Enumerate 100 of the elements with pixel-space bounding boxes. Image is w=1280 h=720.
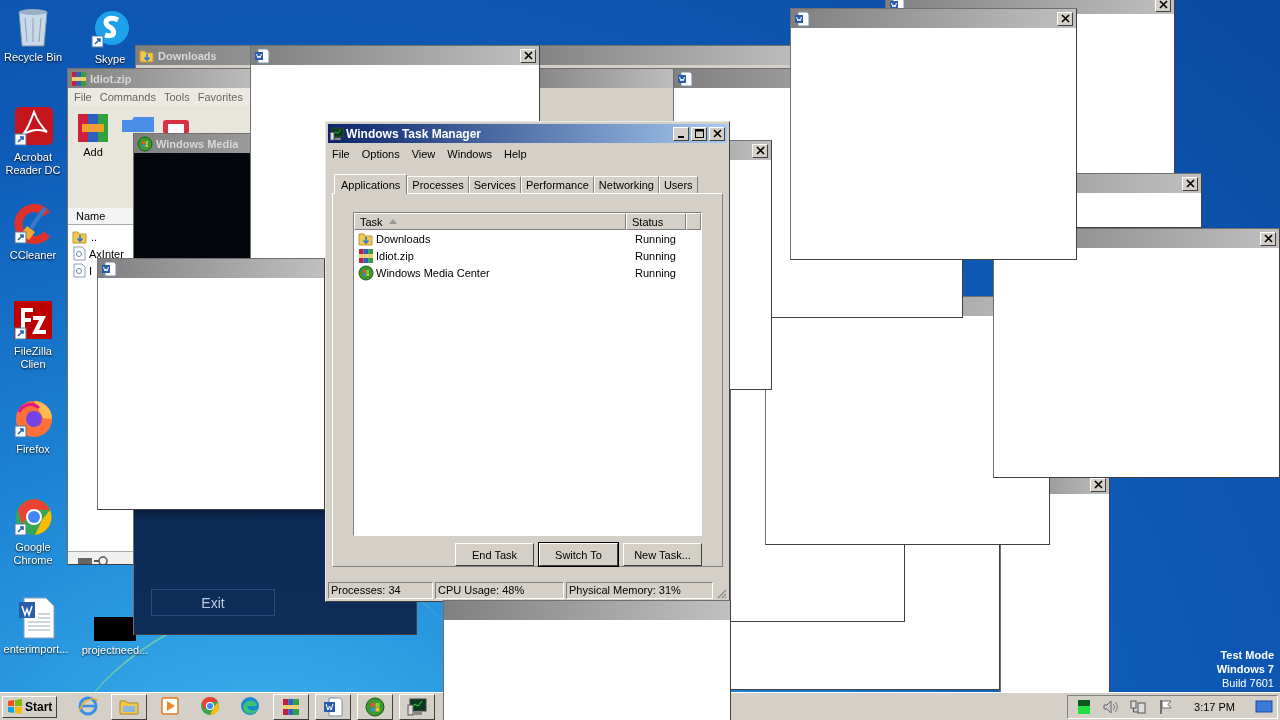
tab[interactable]: Users (658, 176, 698, 193)
desktop-icon-label[interactable]: Firefox (16, 443, 50, 456)
menu-item[interactable]: Windows (447, 148, 492, 162)
task-manager-icon[interactable] (328, 125, 346, 142)
close-button[interactable] (709, 126, 725, 141)
desktop-icon-label[interactable]: Skype (94, 53, 126, 66)
window-title: Windows Task Manager (346, 126, 482, 141)
desktop-icon-label[interactable]: CCleaner (9, 249, 57, 262)
system-notice-text: Build 7601 (1222, 676, 1274, 690)
minimize-icon (678, 135, 684, 138)
tab[interactable]: Networking (593, 176, 659, 193)
status-text: CPU Usage: 48% (435, 581, 564, 599)
close-button[interactable] (1155, 0, 1171, 12)
system-notice-text: Windows 7 (1216, 662, 1274, 676)
action-button[interactable]: Switch To (539, 543, 618, 566)
tab[interactable]: Processes (407, 176, 469, 193)
task-manager-icon[interactable] (406, 695, 429, 718)
column-header[interactable]: Task (354, 213, 626, 230)
close-icon (712, 129, 722, 138)
task-status: Running (634, 249, 676, 262)
window-title: Idiot.zip (90, 72, 132, 85)
archive-icon (71, 70, 87, 87)
status-indicator-icon[interactable] (1078, 699, 1091, 714)
file-icon (72, 263, 86, 278)
action-button[interactable]: New Task... (623, 543, 702, 566)
media-player-icon[interactable] (159, 694, 182, 717)
media-center-icon[interactable] (364, 695, 387, 718)
menu-item[interactable]: File (74, 91, 92, 103)
flag-icon[interactable] (1158, 698, 1175, 715)
chrome-icon[interactable] (199, 694, 222, 717)
desktop-icon-label[interactable]: Recycle Bin (3, 51, 63, 64)
file-name[interactable]: AxInter (89, 247, 124, 260)
desktop-icon-label[interactable]: Acrobat Reader DC (0, 151, 66, 177)
tab[interactable]: Applications (334, 174, 408, 194)
column-header[interactable]: Name (76, 210, 106, 222)
menu-item[interactable]: Options (361, 148, 400, 162)
maximize-button[interactable] (691, 126, 707, 141)
redaction-block (94, 617, 136, 641)
folder-icon (358, 230, 374, 247)
tab[interactable]: Services (468, 176, 521, 193)
close-icon (1093, 480, 1103, 489)
media-center-icon (137, 135, 153, 152)
word-document-icon[interactable] (322, 695, 345, 718)
menu-item[interactable]: Help (503, 148, 527, 162)
close-icon (523, 51, 533, 60)
close-button[interactable] (752, 143, 768, 158)
media-center-icon (358, 264, 374, 281)
network-icon[interactable] (1130, 698, 1147, 715)
task-name[interactable]: Downloads (376, 232, 628, 245)
maximize-icon (694, 129, 704, 138)
folder-icon (120, 116, 156, 132)
word-document-icon (16, 596, 56, 640)
archive-add-icon (76, 112, 110, 144)
system-notice-text: Test Mode (1220, 648, 1274, 662)
close-button[interactable] (1260, 231, 1276, 246)
sort-arrow-icon (388, 219, 397, 224)
file-name[interactable]: I (89, 264, 93, 277)
folder-icon (72, 228, 88, 245)
close-button[interactable] (520, 48, 536, 63)
status-text: Processes: 34 (328, 581, 433, 599)
menu-item[interactable]: Tools (164, 91, 190, 103)
clipboard-icon (162, 118, 190, 134)
action-button[interactable]: End Task (455, 543, 534, 566)
close-button[interactable] (1057, 11, 1073, 26)
close-button[interactable] (1182, 176, 1198, 191)
tab[interactable]: Performance (520, 176, 594, 193)
column-header[interactable]: Status (626, 213, 686, 230)
add-button[interactable]: Add (72, 112, 114, 158)
ccleaner-icon (13, 204, 53, 246)
task-status: Running (634, 266, 676, 279)
windows-logo-icon (7, 698, 23, 715)
close-icon (1263, 234, 1273, 243)
status-text: Physical Memory: 31% (566, 581, 713, 599)
minimize-button[interactable] (673, 126, 689, 141)
menu-item[interactable]: Favorites (197, 91, 243, 103)
task-name[interactable]: Idiot.zip (376, 249, 628, 262)
resize-grip-icon[interactable] (715, 587, 727, 599)
file-icon (72, 246, 86, 261)
menu-item[interactable]: Commands (99, 91, 156, 103)
skype-icon (90, 8, 130, 50)
folder-icon (139, 47, 155, 64)
menu-item[interactable]: File (332, 148, 350, 162)
show-desktop-icon[interactable] (1255, 698, 1273, 715)
clock[interactable]: 3:17 PM (1194, 700, 1235, 713)
close-icon (1185, 179, 1195, 188)
desktop-icon-label[interactable]: Google Chrome (0, 541, 66, 567)
task-status: Running (634, 232, 676, 245)
task-name[interactable]: Windows Media Center (376, 266, 628, 279)
menu-item[interactable]: View (411, 148, 436, 162)
speaker-icon[interactable] (1102, 698, 1119, 715)
column-header[interactable] (686, 213, 701, 230)
file-name[interactable]: .. (91, 230, 98, 243)
exit-button[interactable]: Exit (151, 589, 275, 616)
start-button[interactable]: Start (2, 695, 58, 718)
close-icon (755, 146, 765, 155)
firefox-icon (13, 398, 53, 440)
pdf-reader-icon (13, 106, 53, 148)
window-title: Windows Media (156, 137, 239, 150)
chrome-icon (13, 496, 53, 538)
desktop-icon-label[interactable]: FileZilla Clien (0, 345, 66, 371)
